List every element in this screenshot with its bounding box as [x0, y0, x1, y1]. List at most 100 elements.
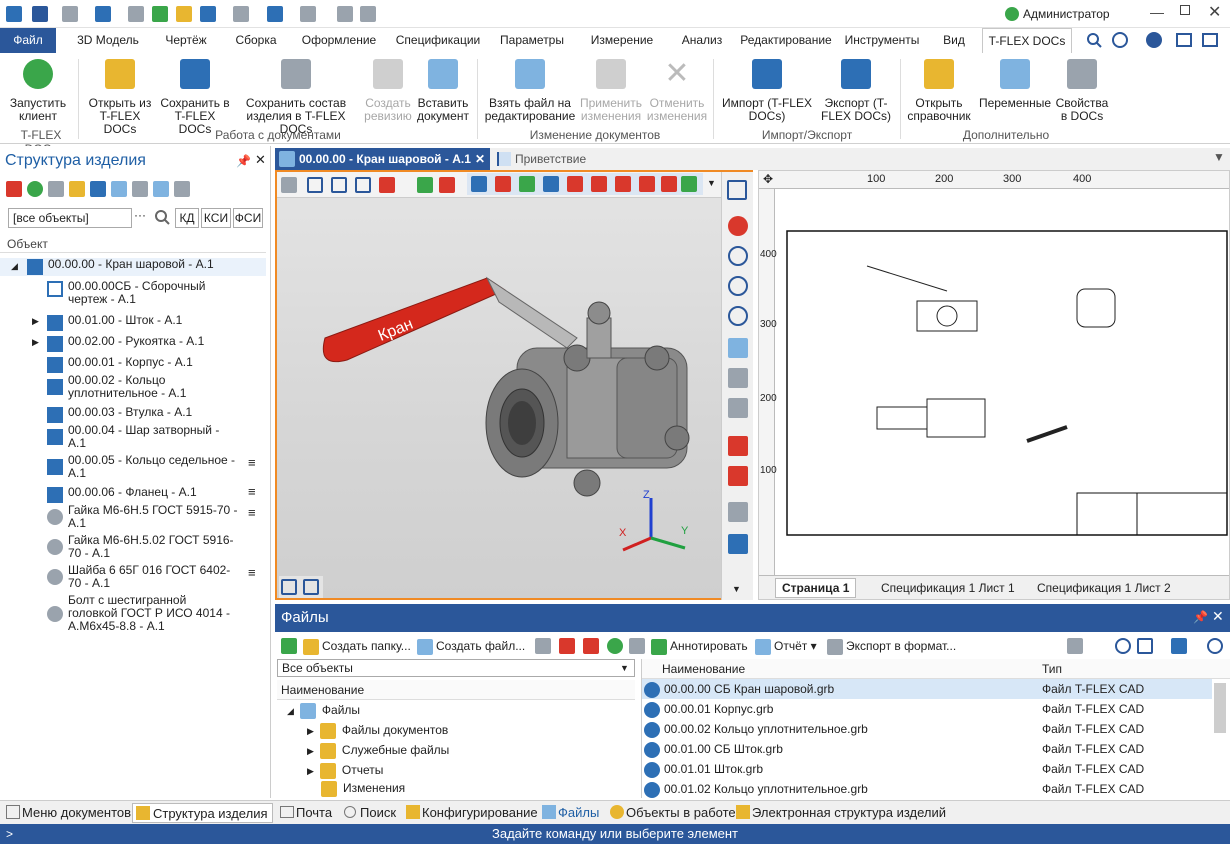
col-type[interactable]: Тип — [1042, 662, 1062, 676]
regen-icon[interactable] — [337, 6, 353, 22]
glasses2-icon[interactable] — [728, 368, 748, 388]
tree-row[interactable]: 00.00.02 - Кольцо уплотнительное - А.1 — [0, 374, 266, 402]
cube5-icon[interactable] — [661, 176, 677, 192]
shapes-icon[interactable] — [681, 176, 697, 192]
doc-tab-welcome[interactable]: Приветствие — [495, 148, 615, 170]
tab-view[interactable]: Вид — [936, 28, 972, 53]
table-icon[interactable] — [48, 181, 64, 197]
layout-icon[interactable] — [727, 180, 747, 200]
copy-icon[interactable] — [69, 181, 85, 197]
collapse-icon[interactable]: ◢ — [11, 260, 18, 273]
filter-search-icon[interactable] — [154, 209, 172, 227]
tree-row[interactable]: ▶ 00.02.00 - Рукоятка - А.1 — [0, 335, 266, 353]
table-row[interactable]: 00.00.02 Кольцо уплотнительное.grb Файл T… — [642, 719, 1212, 739]
report-button[interactable]: Отчёт ▾ — [755, 638, 817, 655]
menu-lines-icon[interactable]: ≡ — [248, 506, 256, 519]
filter3-icon[interactable] — [355, 177, 371, 193]
tree-row[interactable]: Болт с шестигранной головкой ГОСТ Р ИСО … — [0, 594, 266, 638]
files-filter-select[interactable]: Все объекты ▼ — [277, 659, 635, 677]
save-as-icon[interactable] — [200, 6, 216, 22]
toolbar-more-icon[interactable]: ▼ — [707, 178, 716, 188]
add-icon[interactable] — [27, 181, 43, 197]
expand-icon[interactable]: ▶ — [32, 336, 39, 349]
tab-analysis[interactable]: Анализ — [674, 28, 730, 53]
table-row[interactable]: 00.00.01 Корпус.grb Файл T-FLEX CAD — [642, 699, 1212, 719]
tree-row[interactable]: Гайка М6-6Н.5.02 ГОСТ 5916-70 - А.1 — [0, 534, 266, 562]
table-row[interactable]: 00.00.00 СБ Кран шаровой.grb Файл T-FLEX … — [642, 679, 1212, 699]
plane-icon[interactable] — [728, 502, 748, 522]
tree-row[interactable]: 00.00.06 - Фланец - А.1 ≡ — [0, 485, 266, 504]
create-folder-button[interactable]: Создать папку... — [303, 638, 411, 655]
doc-tab-active[interactable]: 00.00.00 - Кран шаровой - А.1 ✕ — [275, 148, 490, 170]
table-row[interactable]: 00.01.00 СБ Шток.grb Файл T-FLEX CAD — [642, 739, 1212, 759]
split-view-icon[interactable] — [281, 579, 297, 595]
filter-more-icon[interactable]: ··· — [134, 208, 150, 226]
tab-specs[interactable]: Спецификации — [390, 28, 486, 53]
tree-row[interactable]: 00.00.04 - Шар затворный - А.1 — [0, 424, 266, 452]
tab-drawing[interactable]: Чертёж — [156, 28, 216, 53]
open-reference-button[interactable]: Открыть справочник — [904, 59, 974, 123]
variables-button[interactable]: Переменные — [976, 59, 1054, 110]
zoom-window-icon[interactable] — [728, 276, 748, 296]
window-layout-icon[interactable] — [1176, 33, 1192, 47]
add-green-icon[interactable] — [607, 638, 623, 654]
download-icon[interactable] — [629, 638, 645, 654]
save-to-docs-button[interactable]: Сохранить в T-FLEX DOCs — [158, 59, 232, 136]
apply-changes-button[interactable]: Применить изменения — [578, 59, 644, 123]
tab-mail[interactable]: Почта — [278, 803, 332, 823]
new-doc-icon[interactable] — [62, 6, 78, 22]
glasses-icon[interactable] — [728, 338, 748, 358]
tree-node[interactable]: ◢ Файлы — [287, 700, 360, 720]
close-files-icon[interactable]: ✕ — [1212, 608, 1224, 625]
tab-document-menu[interactable]: Меню документов — [4, 803, 131, 823]
tree-row[interactable]: ◢ 00.00.00 - Кран шаровой - А.1 — [0, 258, 266, 276]
tab-measure[interactable]: Измерение — [582, 28, 662, 53]
printer-icon[interactable] — [1067, 638, 1083, 654]
refresh-files-icon[interactable] — [1207, 638, 1223, 654]
menu-lines-icon[interactable]: ≡ — [248, 485, 256, 498]
table-row[interactable]: 00.01.02 Кольцо уплотнительное.grb Файл T… — [642, 779, 1212, 798]
tree-node[interactable]: Изменения — [321, 778, 405, 798]
properties-in-docs-button[interactable]: Свойства в DOCs — [1054, 59, 1110, 123]
fsi-button[interactable]: ФСИ — [233, 208, 263, 228]
sheet-tab-spec1[interactable]: Спецификация 1 Лист 1 — [863, 578, 1015, 598]
struct-tool-icon[interactable] — [6, 181, 22, 197]
tab-tools[interactable]: Инструменты — [840, 28, 924, 53]
zoom-fit-icon[interactable] — [728, 306, 748, 326]
tree-row[interactable]: 00.00.05 - Кольцо седельное - А.1 ≡ — [0, 454, 266, 482]
tab-configuration[interactable]: Конфигурирование — [404, 803, 538, 823]
check-mark-icon[interactable] — [728, 436, 748, 456]
panel-icon[interactable] — [1137, 638, 1153, 654]
table-row[interactable]: 00.01.01 Шток.grb Файл T-FLEX CAD — [642, 759, 1212, 779]
tree-node[interactable]: ▶ Файлы документов — [307, 720, 448, 740]
filter2-icon[interactable] — [331, 177, 347, 193]
sheet-tab-page1[interactable]: Страница 1 — [775, 578, 857, 598]
tab-file[interactable]: Файл — [0, 28, 56, 53]
delete-icon[interactable] — [583, 638, 599, 654]
take-for-edit-button[interactable]: Взять файл на редактирование — [482, 59, 578, 123]
menu-icon[interactable] — [32, 6, 48, 22]
pin-icon[interactable]: 📌 — [236, 154, 251, 168]
edit-pen-icon[interactable] — [535, 638, 551, 654]
scrollbar-thumb[interactable] — [1214, 683, 1226, 733]
col-name[interactable]: Наименование — [662, 662, 745, 676]
tab-assembly[interactable]: Сборка — [226, 28, 286, 53]
files-search-icon[interactable] — [1115, 638, 1131, 654]
cube4-icon[interactable] — [639, 176, 655, 192]
color-filter-icon[interactable] — [379, 177, 395, 193]
redo-icon[interactable] — [300, 6, 316, 22]
save-structure-button[interactable]: Сохранить состав изделия в T-FLEX DOCs — [232, 59, 360, 136]
ball-valve-model[interactable]: Кран Z X Y — [277, 198, 721, 574]
tab-tflex-docs[interactable]: T-FLEX DOCs — [982, 28, 1072, 54]
close-panel-icon[interactable]: ✕ — [255, 152, 266, 168]
checklist-icon[interactable] — [132, 181, 148, 197]
scroll-down-icon[interactable]: ▼ — [732, 584, 741, 594]
open-icon[interactable] — [128, 6, 144, 22]
tab-design[interactable]: Оформление — [294, 28, 384, 53]
cad-icon[interactable] — [174, 181, 190, 197]
cancel-changes-button[interactable]: ✕ Отменить изменения — [646, 59, 708, 123]
view-mode-icon[interactable] — [281, 177, 297, 193]
grid-icon[interactable] — [153, 181, 169, 197]
cube-icon[interactable] — [567, 176, 583, 192]
axis3d-icon[interactable] — [519, 176, 535, 192]
